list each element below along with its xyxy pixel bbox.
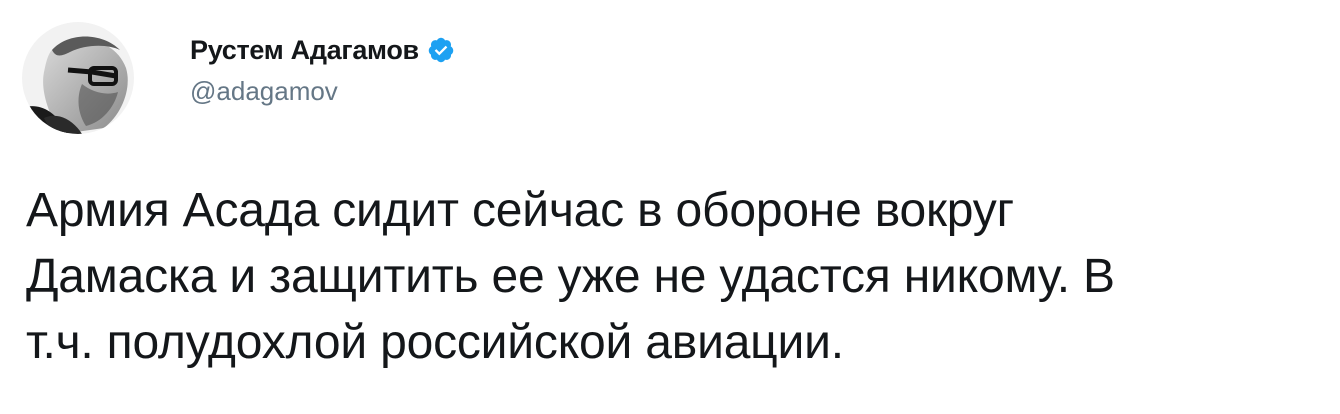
name-row: Рустем Адагамов bbox=[190, 32, 455, 68]
profile-photo-icon bbox=[22, 22, 134, 134]
display-name[interactable]: Рустем Адагамов bbox=[190, 35, 419, 66]
user-handle[interactable]: @adagamov bbox=[190, 76, 455, 107]
tweet-card: Рустем Адагамов @adagamov Армия Асада си… bbox=[0, 0, 1340, 414]
avatar[interactable] bbox=[22, 22, 134, 134]
author-block: Рустем Адагамов @adagamov bbox=[190, 32, 455, 107]
tweet-text: Армия Асада сидит сейчас в обороне вокру… bbox=[26, 184, 1115, 369]
verified-badge-icon bbox=[427, 36, 455, 64]
